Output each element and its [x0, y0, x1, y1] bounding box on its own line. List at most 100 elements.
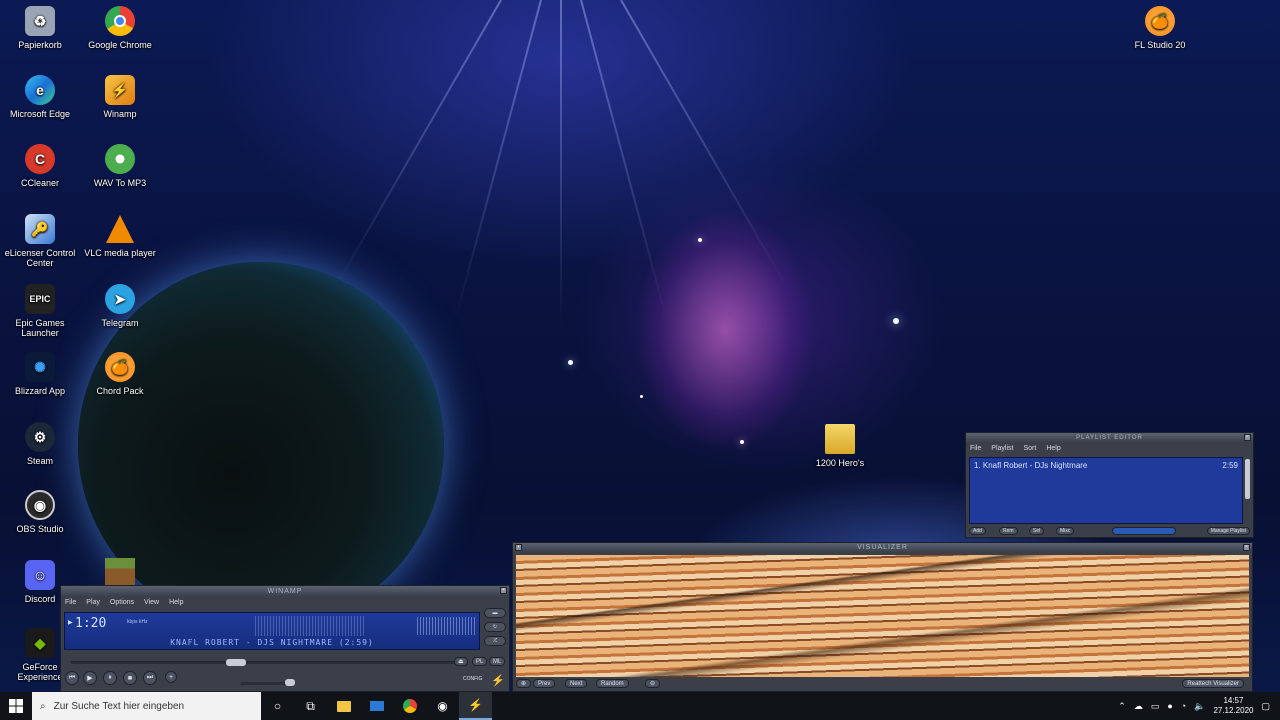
volume-knob[interactable] — [285, 679, 295, 686]
list-item[interactable]: 1. Knafl Robert - DJs Nightmare 2:59 — [970, 458, 1242, 473]
start-button[interactable] — [0, 692, 32, 720]
close-icon[interactable]: × — [500, 587, 507, 594]
menu-view[interactable]: View — [144, 599, 159, 606]
chevron-up-icon[interactable]: ⌃ — [1118, 701, 1126, 712]
playlist-toggle[interactable]: PL — [472, 657, 488, 666]
desktop-icon-ccleaner[interactable]: C CCleaner — [0, 144, 80, 188]
desktop-icon-chrome[interactable]: Google Chrome — [80, 6, 160, 50]
menu-play[interactable]: Play — [86, 599, 100, 606]
desktop-icon-fl-studio[interactable]: 🍊 FL Studio 20 — [1120, 6, 1200, 50]
telegram-icon: ➤ — [105, 284, 135, 314]
playlist-menu-file[interactable]: File — [970, 445, 981, 452]
repeat-button[interactable]: ↻ — [484, 622, 506, 632]
system-tray: ⌃ ☁ ▭ ● ◔ 🔈 14:57 27.12.2020 ▢ — [1118, 692, 1280, 720]
speaker-icon[interactable]: 🔈 — [1194, 701, 1205, 712]
mail-icon[interactable] — [360, 692, 393, 720]
desktop-icon-telegram[interactable]: ➤ Telegram — [80, 284, 160, 328]
network-icon[interactable]: ▭ — [1151, 701, 1160, 712]
chrome-taskbar-icon[interactable] — [393, 692, 426, 720]
visualizer-title: VISUALIZER — [857, 544, 908, 551]
menu-help[interactable]: Help — [169, 599, 183, 606]
plugin-name-label: Reattech Visualizer — [1187, 680, 1239, 687]
remove-button[interactable]: Rem — [999, 527, 1018, 535]
eject-side-button[interactable]: ▬ — [484, 608, 506, 618]
ccleaner-icon: C — [25, 144, 55, 174]
plugin-name-button[interactable]: Reattech Visualizer — [1182, 679, 1244, 688]
playback-time[interactable]: 1:20 — [75, 616, 106, 631]
media-library-toggle[interactable]: ML — [489, 657, 506, 666]
menu-icon[interactable]: ▪ — [515, 544, 522, 551]
desktop-icon-elicenser[interactable]: 🔑 eLicenser Control Center — [0, 214, 80, 268]
edge-icon: e — [25, 75, 55, 105]
seek-knob[interactable] — [226, 659, 246, 666]
file-explorer-icon[interactable] — [327, 692, 360, 720]
playlist-editor-window[interactable]: PLAYLIST EDITOR × File Playlist Sort Hel… — [965, 432, 1254, 538]
playlist-menu-playlist[interactable]: Playlist — [991, 445, 1013, 452]
epic-games-icon: EPIC — [25, 284, 55, 314]
desktop-icon-wav-to-mp3[interactable]: WAV To MP3 — [80, 144, 160, 188]
menu-options[interactable]: Options — [110, 599, 134, 606]
desktop-icon-obs[interactable]: ◉ OBS Studio — [0, 490, 80, 534]
desktop-icon-folder[interactable]: 1200 Hero's — [800, 424, 880, 468]
desktop-icon-blizzard[interactable]: ✺ Blizzard App — [0, 352, 80, 396]
visualizer-window[interactable]: VISUALIZER ▪ × ⊕ Prev Next Random ⊖ Reat… — [512, 542, 1253, 692]
visualizer-options-button[interactable]: ⊕ — [516, 679, 532, 688]
next-button[interactable]: ⏭ — [143, 671, 157, 685]
fullscreen-button[interactable]: ⊖ — [645, 679, 661, 688]
playlist-scrollbar[interactable] — [1245, 459, 1250, 499]
volume-icon[interactable]: + — [165, 671, 177, 683]
winamp-taskbar-icon[interactable]: ⚡ — [459, 692, 492, 720]
winamp-logo-icon[interactable]: ⚡ — [491, 674, 505, 687]
fl-studio-icon: 🍊 — [105, 352, 135, 382]
stop-button[interactable]: ■ — [123, 671, 137, 685]
desktop-icon-epic-games[interactable]: EPIC Epic Games Launcher — [0, 284, 80, 338]
clock[interactable]: 14:57 27.12.2020 — [1213, 696, 1253, 716]
cloud-icon[interactable]: ☁ — [1134, 701, 1143, 712]
winamp-main-window[interactable]: WINAMP × File Play Options View Help ▶ 1… — [60, 585, 510, 692]
playlist-menu-sort[interactable]: Sort — [1023, 445, 1036, 452]
remove-button-label: Rem — [1003, 528, 1014, 534]
seek-bar[interactable] — [71, 659, 456, 666]
eject-button[interactable]: ⏏ — [454, 657, 468, 666]
pause-button[interactable]: ⏸ — [103, 671, 117, 685]
wifi-icon[interactable]: ◔ — [1181, 701, 1186, 711]
oscilloscope[interactable] — [417, 617, 475, 635]
obs-taskbar-icon[interactable]: ◉ — [426, 692, 459, 720]
playlist-list[interactable]: 1. Knafl Robert - DJs Nightmare 2:59 — [969, 457, 1243, 524]
desktop-icon-chord-pack[interactable]: 🍊 Chord Pack — [80, 352, 160, 396]
playlist-titlebar[interactable]: PLAYLIST EDITOR — [966, 433, 1253, 442]
discord-icon: ☺ — [25, 560, 55, 590]
search-box[interactable]: ⌕ Zur Suche Text hier eingeben — [32, 692, 261, 720]
desktop-icon-recycle-bin[interactable]: ♻ Papierkorb — [0, 6, 80, 50]
menu-file[interactable]: File — [65, 599, 76, 606]
visualization-canvas[interactable] — [516, 555, 1249, 677]
desktop-icon-vlc[interactable]: VLC media player — [80, 214, 160, 258]
cortana-icon[interactable]: ○ — [261, 692, 294, 720]
microphone-icon[interactable]: ● — [1167, 701, 1172, 711]
random-preset-button[interactable]: Random — [596, 679, 629, 688]
config-label[interactable]: CONFIG — [463, 676, 482, 682]
track-title: 1. Knafl Robert - DJs Nightmare — [974, 461, 1088, 470]
playlist-menu-help[interactable]: Help — [1046, 445, 1060, 452]
desktop-icon-edge[interactable]: e Microsoft Edge — [0, 75, 80, 119]
manage-playlist-button[interactable]: Manage Playlist — [1206, 527, 1250, 535]
task-view-icon[interactable]: ⧉ — [294, 692, 327, 720]
close-icon[interactable]: × — [1243, 544, 1250, 551]
winamp-titlebar[interactable]: WINAMP — [61, 586, 509, 596]
select-button[interactable]: Sel — [1029, 527, 1045, 535]
shuffle-button[interactable]: ⤮ — [484, 636, 506, 646]
notification-icon[interactable]: ▢ — [1261, 701, 1270, 712]
desktop-icon-steam[interactable]: ⚙ Steam — [0, 422, 80, 466]
desktop-icon-winamp[interactable]: ⚡ Winamp — [80, 75, 160, 119]
close-icon[interactable]: × — [1244, 434, 1251, 441]
desktop-icon-label: Telegram — [101, 318, 139, 328]
visualizer-titlebar[interactable]: VISUALIZER — [513, 543, 1252, 552]
add-button[interactable]: Add — [969, 527, 986, 535]
next-preset-button[interactable]: Next — [565, 679, 588, 688]
volume-slider[interactable] — [241, 679, 295, 686]
misc-button[interactable]: Misc — [1056, 527, 1075, 535]
spectrum-analyzer[interactable] — [255, 616, 365, 636]
play-button[interactable]: ▶ — [83, 671, 97, 685]
previous-button[interactable]: ⏮ — [65, 671, 79, 685]
prev-preset-button[interactable]: Prev — [533, 679, 556, 688]
